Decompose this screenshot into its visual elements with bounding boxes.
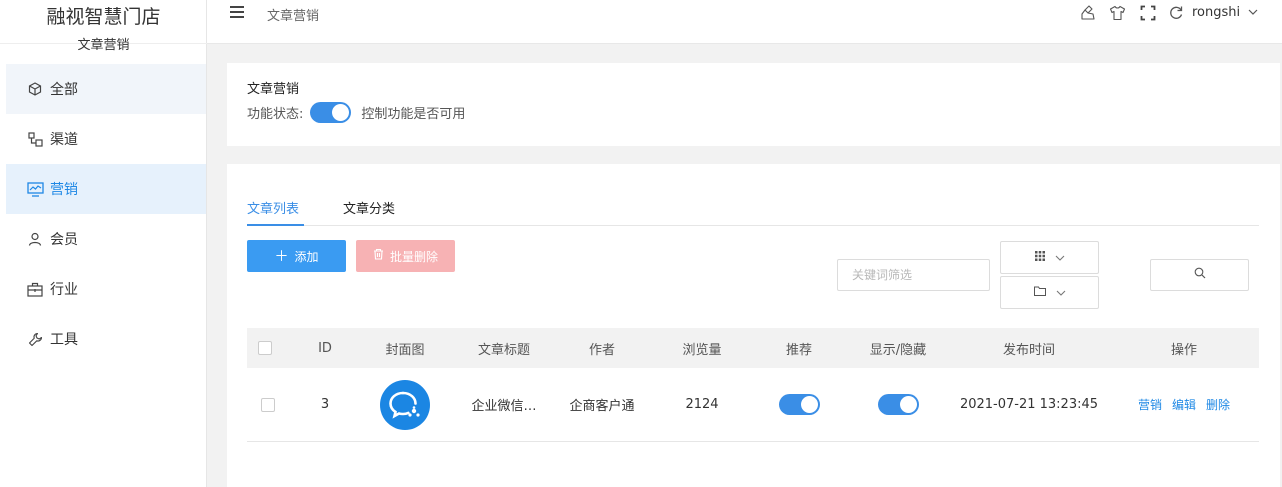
chevron-down-icon bbox=[1056, 285, 1066, 300]
status-description: 控制功能是否可用 bbox=[361, 107, 466, 122]
visibility-toggle-cell bbox=[848, 368, 948, 441]
keyword-filter-input[interactable] bbox=[837, 259, 990, 291]
add-button[interactable]: ＋ 添加 bbox=[247, 240, 346, 272]
refresh-icon[interactable] bbox=[1168, 5, 1184, 21]
row-views: 2124 bbox=[685, 397, 719, 412]
recommend-toggle[interactable] bbox=[778, 394, 820, 415]
table-header: ID 封面图 文章标题 作者 浏览量 推荐 显示/隐藏 发布时间 操作 bbox=[247, 328, 1259, 368]
article-list-card: 文章列表 文章分类 ＋ 添加 批量删除 关键词筛选 ID 封面图 文章标题 作者… bbox=[227, 164, 1280, 487]
sidebar-item-channel[interactable]: 渠道 bbox=[6, 114, 206, 164]
sidebar-item-label: 渠道 bbox=[50, 132, 78, 148]
brand-subtitle: 文章营销 bbox=[77, 38, 130, 53]
channel-icon bbox=[26, 130, 44, 148]
column-header-cover: 封面图 bbox=[385, 342, 425, 358]
user-menu[interactable]: rongshi bbox=[1192, 5, 1258, 20]
top-header: 文章营销 rongshi bbox=[207, 0, 1282, 44]
recommend-toggle-cell bbox=[750, 368, 848, 441]
sidebar-item-all[interactable]: 全部 bbox=[6, 64, 206, 114]
sidebar-item-label: 会员 bbox=[50, 232, 78, 248]
row-published: 2021-07-21 13:23:45 bbox=[959, 397, 1099, 412]
sidebar-item-label: 工具 bbox=[50, 332, 78, 348]
wecom-logo-icon bbox=[380, 379, 430, 430]
table-row: 3 企业微信… 企商客户通 2124 2021-07-21 13:23:45 营… bbox=[247, 368, 1259, 442]
sidebar-item-label: 全部 bbox=[50, 82, 78, 98]
edit-link[interactable]: 编辑 bbox=[1172, 396, 1196, 413]
column-header-visibility: 显示/隐藏 bbox=[869, 342, 927, 358]
brush-icon[interactable] bbox=[1080, 5, 1096, 21]
sidebar-item-marketing[interactable]: 营销 bbox=[6, 164, 206, 214]
feature-status-toggle[interactable] bbox=[310, 102, 352, 123]
shirt-icon[interactable] bbox=[1109, 5, 1126, 21]
visibility-toggle[interactable] bbox=[877, 394, 919, 415]
column-header-title: 文章标题 bbox=[477, 342, 530, 358]
tab-article-list[interactable]: 文章列表 bbox=[247, 198, 299, 217]
delete-link[interactable]: 删除 bbox=[1206, 396, 1230, 413]
brand-title: 融视智慧门店 bbox=[46, 6, 161, 28]
wrench-icon bbox=[26, 330, 44, 348]
column-header-views: 浏览量 bbox=[682, 342, 722, 358]
briefcase-icon bbox=[26, 280, 44, 298]
column-header-actions: 操作 bbox=[1170, 342, 1197, 358]
add-button-label: 添加 bbox=[294, 249, 319, 264]
select-all-cell bbox=[247, 328, 282, 368]
feature-status-card: 文章营销 功能状态: 控制功能是否可用 bbox=[227, 63, 1280, 146]
category-select[interactable] bbox=[1000, 276, 1099, 309]
sidebar-item-label: 行业 bbox=[50, 282, 78, 298]
column-header-id: ID bbox=[318, 340, 332, 356]
feature-title: 文章营销 bbox=[247, 82, 300, 97]
status-label: 功能状态: bbox=[247, 107, 304, 122]
row-author: 企商客户通 bbox=[569, 399, 635, 414]
trash-icon bbox=[373, 248, 384, 264]
row-cover-cell bbox=[368, 368, 442, 441]
row-title: 企业微信… bbox=[471, 399, 537, 414]
chart-monitor-icon bbox=[26, 180, 44, 198]
sidebar-item-industry[interactable]: 行业 bbox=[6, 264, 206, 314]
sidebar-item-label: 营销 bbox=[50, 182, 78, 198]
username: rongshi bbox=[1192, 5, 1241, 20]
row-checkbox[interactable] bbox=[260, 397, 275, 412]
chevron-down-icon bbox=[1055, 250, 1065, 265]
marketing-link[interactable]: 营销 bbox=[1138, 396, 1162, 413]
row-actions: 营销 编辑 删除 bbox=[1110, 368, 1258, 441]
search-button[interactable] bbox=[1150, 259, 1249, 291]
batch-delete-button[interactable]: 批量删除 bbox=[356, 240, 455, 272]
fullscreen-icon[interactable] bbox=[1140, 5, 1156, 21]
tab-article-category[interactable]: 文章分类 bbox=[343, 198, 395, 217]
user-icon bbox=[26, 230, 44, 248]
folder-icon bbox=[1033, 285, 1046, 300]
column-header-recommend: 推荐 bbox=[785, 342, 812, 358]
cube-icon bbox=[26, 80, 44, 98]
sidebar: 融视智慧门店 文章营销 全部 渠道 营销 会员 行业 工具 bbox=[0, 0, 207, 487]
tabs: 文章列表 文章分类 bbox=[247, 196, 1259, 226]
column-header-published: 发布时间 bbox=[1002, 342, 1055, 358]
plus-icon: ＋ bbox=[274, 249, 289, 265]
select-all-checkbox[interactable] bbox=[257, 341, 272, 355]
search-icon bbox=[1194, 267, 1206, 283]
view-mode-select[interactable] bbox=[1000, 241, 1099, 274]
column-header-author: 作者 bbox=[588, 342, 615, 358]
batch-delete-label: 批量删除 bbox=[389, 249, 438, 264]
chevron-down-icon bbox=[1248, 5, 1258, 20]
breadcrumb: 文章营销 bbox=[267, 9, 320, 24]
sidebar-item-tools[interactable]: 工具 bbox=[6, 314, 206, 364]
menu-toggle-icon[interactable] bbox=[229, 5, 245, 21]
active-tab-indicator bbox=[247, 224, 304, 226]
sidebar-item-member[interactable]: 会员 bbox=[6, 214, 206, 264]
brand: 融视智慧门店 文章营销 bbox=[0, 0, 207, 53]
row-id: 3 bbox=[320, 397, 330, 412]
grid-icon bbox=[1034, 250, 1045, 265]
